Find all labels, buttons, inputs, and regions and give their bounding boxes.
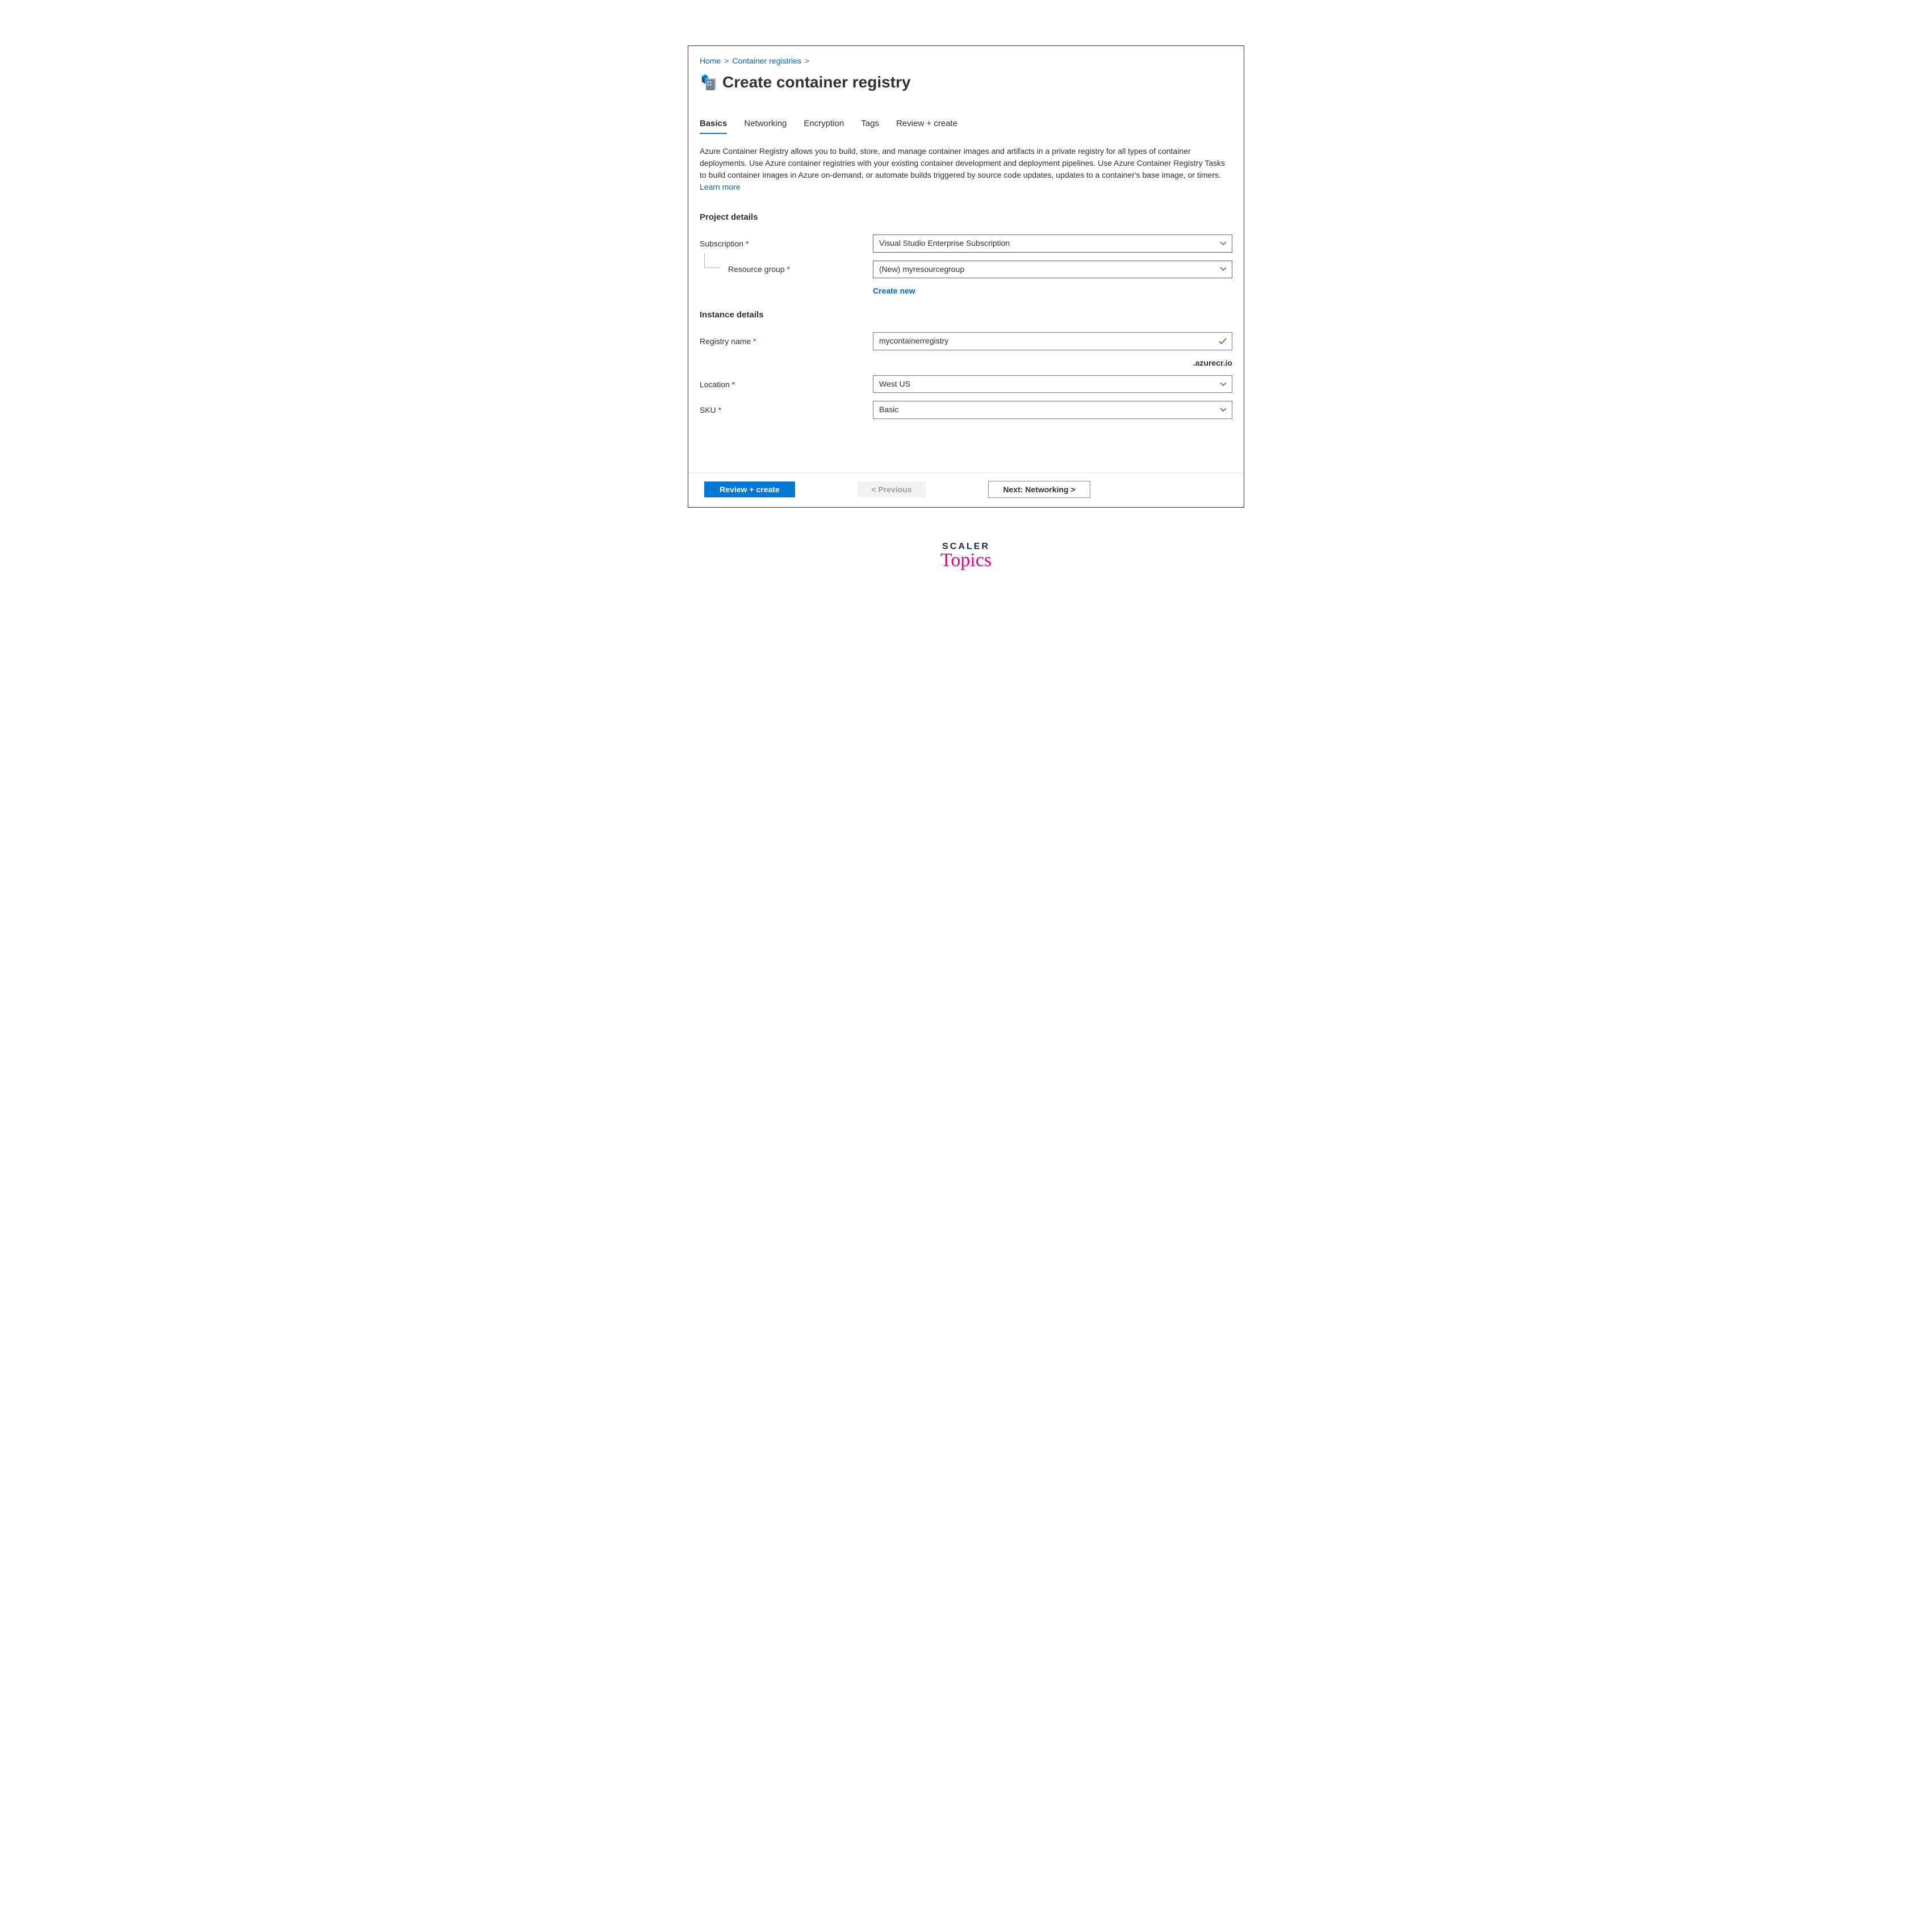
container-registry-icon — [700, 74, 717, 90]
tab-basics[interactable]: Basics — [700, 119, 727, 134]
description-text: Azure Container Registry allows you to b… — [700, 145, 1232, 193]
subscription-label: Subscription * — [700, 239, 873, 248]
section-instance-details: Instance details — [700, 310, 1232, 320]
scaler-topics-logo: SCALER Topics — [688, 542, 1244, 571]
previous-button: < Previous — [858, 481, 926, 497]
tab-tags[interactable]: Tags — [861, 119, 879, 134]
resource-group-label: Resource group * — [700, 265, 873, 274]
next-networking-button[interactable]: Next: Networking > — [988, 481, 1090, 498]
resource-group-select[interactable]: (New) myresourcegroup — [873, 261, 1232, 279]
registry-name-label: Registry name * — [700, 337, 873, 346]
breadcrumb: Home > Container registries > — [700, 56, 1232, 65]
registry-name-input[interactable] — [873, 332, 1232, 350]
tab-encryption[interactable]: Encryption — [804, 119, 844, 134]
breadcrumb-home[interactable]: Home — [700, 56, 721, 65]
page-title: Create container registry — [722, 73, 910, 91]
wizard-footer: Review + create < Previous Next: Network… — [688, 472, 1244, 507]
tree-connector-icon — [704, 253, 720, 268]
subscription-select[interactable]: Visual Studio Enterprise Subscription — [873, 234, 1232, 253]
section-project-details: Project details — [700, 212, 1232, 222]
tab-networking[interactable]: Networking — [744, 119, 787, 134]
breadcrumb-container-registries[interactable]: Container registries — [733, 56, 801, 65]
breadcrumb-separator: > — [805, 56, 809, 65]
create-registry-panel: Home > Container registries > — [688, 45, 1244, 508]
tab-review-create[interactable]: Review + create — [896, 119, 957, 134]
create-new-resource-group-link[interactable]: Create new — [873, 286, 915, 295]
review-create-button[interactable]: Review + create — [704, 481, 795, 497]
registry-suffix: .azurecr.io — [700, 358, 1232, 367]
location-select[interactable]: West US — [873, 375, 1232, 393]
breadcrumb-separator: > — [724, 56, 729, 65]
learn-more-link[interactable]: Learn more — [700, 182, 741, 191]
location-label: Location * — [700, 380, 873, 389]
tabs-nav: Basics Networking Encryption Tags Review… — [700, 119, 1232, 134]
sku-label: SKU * — [700, 405, 873, 414]
sku-select[interactable]: Basic — [873, 401, 1232, 419]
